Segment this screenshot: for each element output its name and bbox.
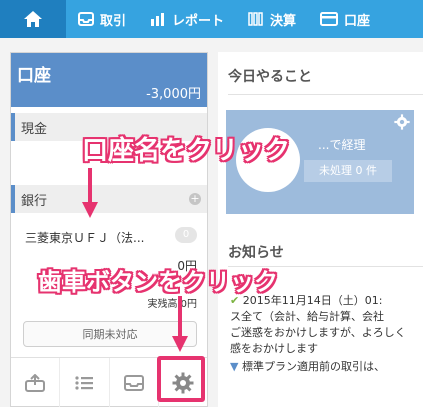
nav-transactions-label: 取引 <box>100 13 127 29</box>
news-line: ス全て（会計、給与計算、会社 <box>230 310 384 323</box>
todo-unprocessed-badge: 未処理 0 件 <box>304 160 392 182</box>
tray-icon <box>78 12 94 26</box>
list-icon <box>75 375 94 390</box>
bank-count-badge: 0 <box>175 227 197 243</box>
sync-unsupported-button[interactable]: 同期未対応 <box>23 321 197 347</box>
todo-title: ...で経理 <box>318 138 366 152</box>
inbox-button[interactable] <box>110 358 159 407</box>
nav-reports-label: レポート <box>172 13 225 29</box>
section-cash-label: 現金 <box>21 121 48 137</box>
list-button[interactable] <box>60 358 110 407</box>
card-icon <box>320 12 339 26</box>
callout-click-gear-button: 歯車ボタンをクリック <box>38 268 278 296</box>
todo-heading: 今日やること <box>228 69 312 85</box>
section-bank-label: 銀行 <box>21 193 48 209</box>
news-line: 感をおかけします <box>230 342 318 355</box>
nav-accounts[interactable]: 口座 <box>308 0 382 38</box>
bank-account-name[interactable]: 三菱東京ＵＦＪ（法... <box>25 229 144 246</box>
dashboard-main: 今日やること ...で経理 未処理 0 件 お知らせ ✔ 2015年11月14日… <box>218 52 423 407</box>
nav-closing[interactable]: 決算 <box>236 0 308 38</box>
news-heading: お知らせ <box>228 245 284 261</box>
divider <box>228 94 423 95</box>
books-icon <box>248 12 264 26</box>
news-text: 標準プラン適用前の取引は、 <box>241 360 385 373</box>
accounts-title: 口座 <box>17 66 51 86</box>
card-gear-icon[interactable] <box>394 114 410 130</box>
accounts-sidebar: 口座 -3,000円 現金 銀行 + 三菱東京ＵＦＪ（法... 0 0円 実残高… <box>10 52 208 407</box>
home-button[interactable] <box>0 0 66 38</box>
news-line: ご迷惑をおかけしますが、よろしく <box>230 326 406 339</box>
news-line[interactable]: ▼ 標準プラン適用前の取引は、 <box>230 358 423 374</box>
top-nav: 取引 レポート 決算 口座 <box>0 0 423 38</box>
nav-transactions[interactable]: 取引 <box>66 0 138 38</box>
gear-highlight-box <box>157 356 205 402</box>
import-icon <box>25 373 46 392</box>
section-bank: 銀行 + <box>11 185 207 213</box>
add-bank-icon[interactable]: + <box>189 193 201 205</box>
nav-reports[interactable]: レポート <box>138 0 236 38</box>
nav-closing-label: 決算 <box>270 13 297 29</box>
accounts-total: -3,000円 <box>146 87 201 102</box>
pin-icon: ▼ <box>230 360 242 373</box>
inbox-icon <box>123 374 144 391</box>
page: { "nav": { "items": [ {"label": "取引", "i… <box>0 0 423 407</box>
callout-click-account-name: 口座名をクリック <box>82 136 291 166</box>
chart-icon <box>150 12 166 26</box>
import-button[interactable] <box>11 358 61 407</box>
home-icon <box>24 11 42 27</box>
nav-accounts-label: 口座 <box>344 13 371 29</box>
arrow-down-icon <box>82 168 98 218</box>
accounts-header: 口座 -3,000円 <box>11 53 207 107</box>
arrow-down-icon <box>172 296 188 352</box>
sync-label: 同期未対応 <box>82 328 138 341</box>
